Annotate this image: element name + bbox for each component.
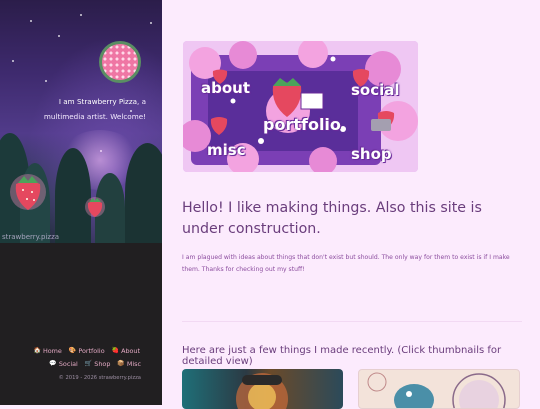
nav-label: About — [121, 346, 140, 355]
copyright: © 2019 - 2026 strawberry.pizza — [58, 375, 141, 381]
hero-link-shop[interactable]: shop — [351, 145, 392, 163]
thumbnail-1[interactable] — [182, 369, 343, 409]
nav-row-1: 🏠 Home 🎨 Portfolio 🍓 About — [0, 344, 162, 357]
thumbnail-artwork — [236, 373, 288, 409]
hero-link-about[interactable]: about — [201, 79, 250, 97]
strawberry-illustration — [10, 174, 46, 210]
hero-link-social[interactable]: social — [351, 81, 400, 99]
divider — [182, 321, 522, 322]
palette-icon: 🎨 — [68, 347, 77, 354]
sidebar-tagline: I am Strawberry Pizza, a multimedia arti… — [42, 94, 146, 124]
tagline-name: I am Strawberry Pizza — [58, 97, 138, 106]
site-watermark: strawberry.pizza — [2, 233, 60, 241]
nav-label: Shop — [94, 359, 111, 368]
nav-link-home[interactable]: 🏠 Home — [33, 347, 61, 355]
sidebar-banner-image: I am Strawberry Pizza, a multimedia arti… — [0, 0, 162, 243]
nav-link-misc[interactable]: 📦 Misc — [117, 360, 141, 368]
chat-icon: 💬 — [49, 360, 57, 367]
recent-work-heading: Here are just a few things I made recent… — [182, 345, 502, 367]
box-icon: 📦 — [117, 360, 125, 367]
nav-label: Portfolio — [78, 346, 105, 355]
hero-link-misc[interactable]: misc — [207, 141, 246, 159]
thumbnail-artwork — [367, 372, 506, 408]
home-icon: 🏠 — [33, 347, 41, 354]
nav-row-2: 💬 Social 🛒 Shop 📦 Misc — [0, 357, 162, 370]
nav-label: Home — [42, 346, 62, 355]
nav-label: Social — [58, 359, 78, 368]
hero-nav-image: about social portfolio misc shop — [183, 41, 418, 172]
hero-link-portfolio[interactable]: portfolio — [263, 115, 341, 134]
nav-link-social[interactable]: 💬 Social — [49, 360, 77, 368]
small-strawberry-illustration — [85, 197, 105, 217]
nav-label: Misc — [126, 359, 141, 368]
strawberry-icon: 🍓 — [111, 347, 120, 354]
page-heading: Hello! I like making things. Also this s… — [182, 200, 482, 237]
avatar — [99, 41, 141, 83]
sidebar: I am Strawberry Pizza, a multimedia arti… — [0, 0, 162, 405]
intro-paragraph: I am plagued with ideas about things tha… — [182, 254, 510, 273]
cart-icon: 🛒 — [84, 360, 93, 367]
nav-link-shop[interactable]: 🛒 Shop — [85, 360, 111, 368]
nav-link-about[interactable]: 🍓 About — [112, 347, 140, 355]
nav-link-portfolio[interactable]: 🎨 Portfolio — [69, 347, 105, 355]
sidebar-nav: 🏠 Home 🎨 Portfolio 🍓 About 💬 Social 🛒 Shop 📦 M… — [0, 344, 162, 370]
thumbnail-2[interactable] — [358, 369, 520, 409]
